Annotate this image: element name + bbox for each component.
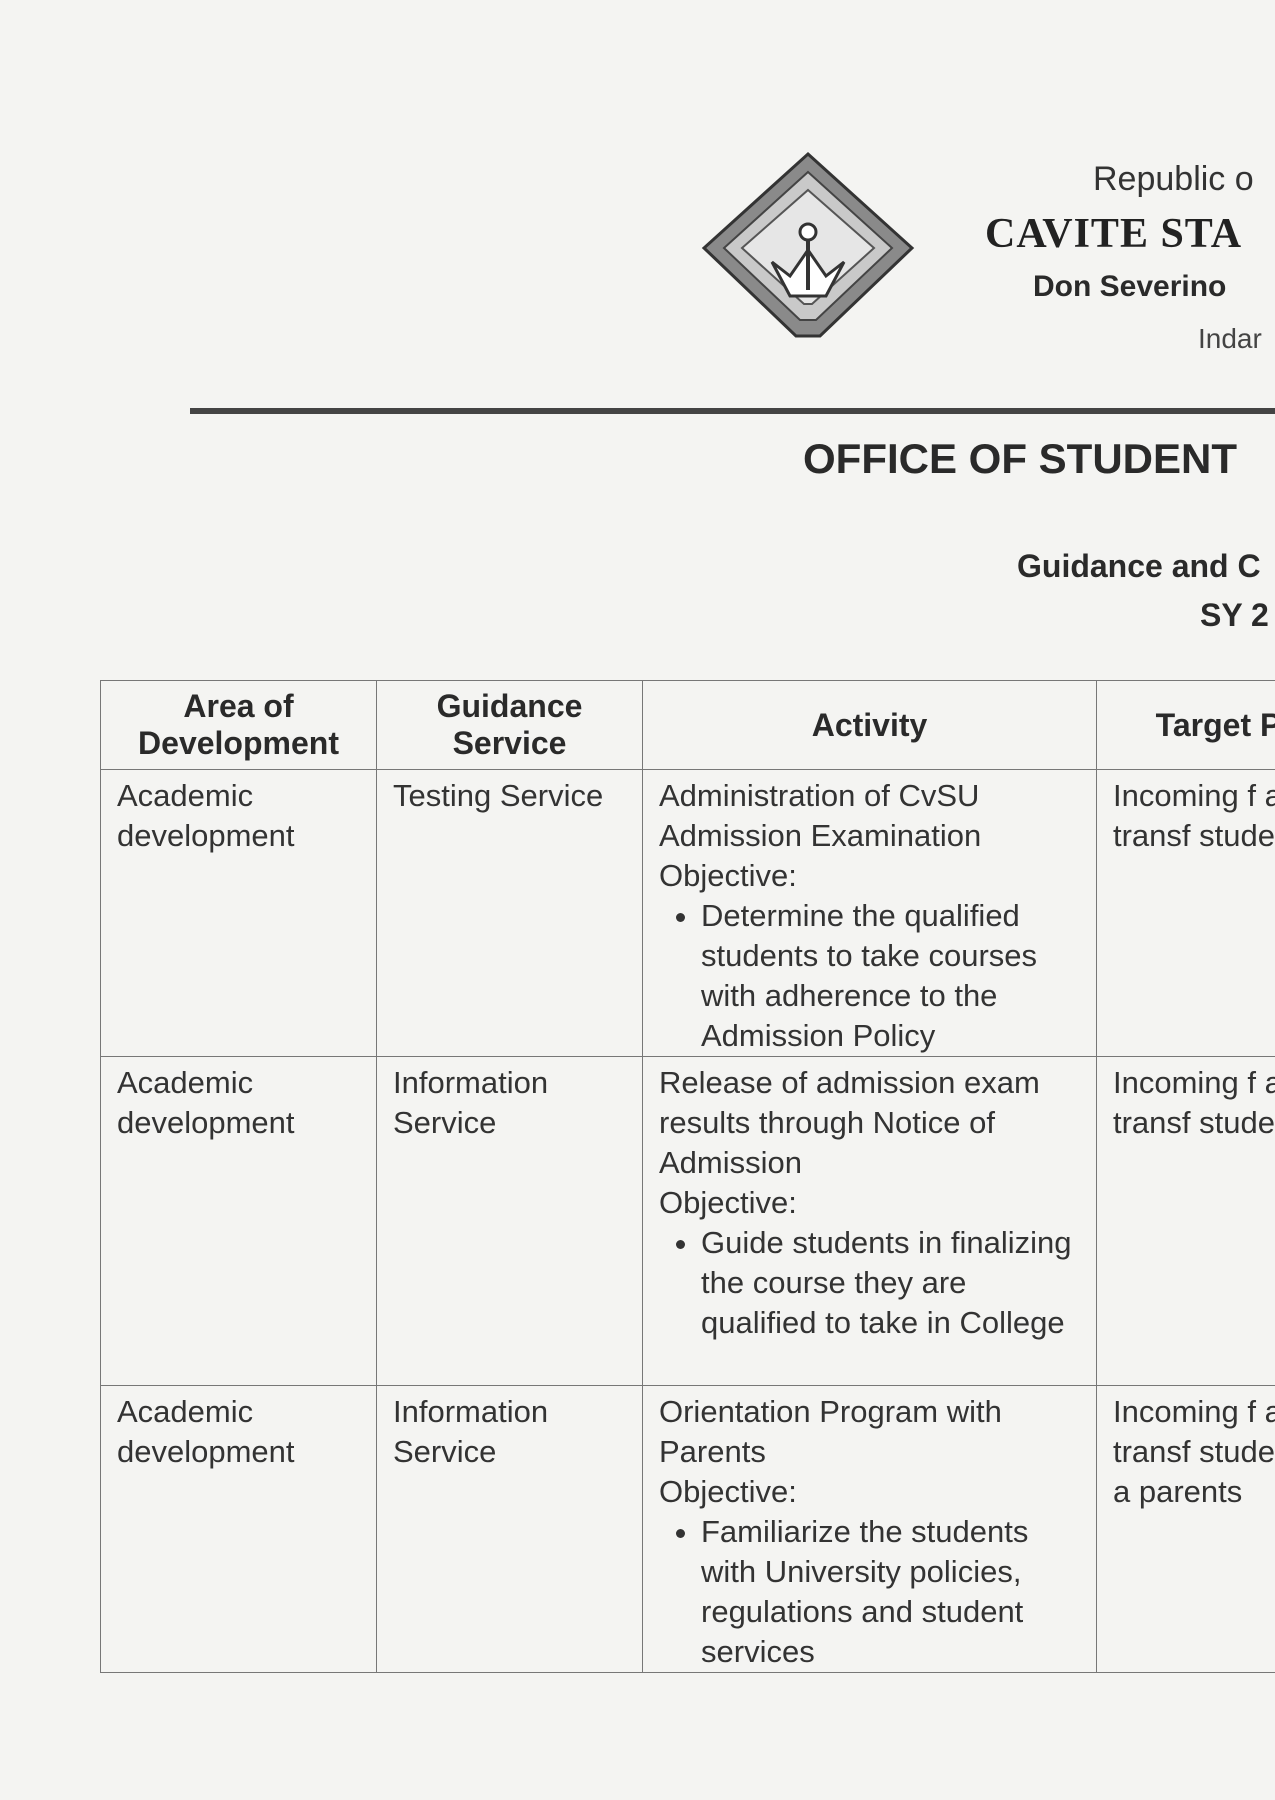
table-row: Academic development Information Service… (100, 1385, 1275, 1673)
objective-label: Objective: (659, 1474, 797, 1509)
cell-target: Incoming f and transf students a parents (1096, 1385, 1275, 1673)
cell-activity: Release of admission exam results throug… (642, 1056, 1097, 1386)
cell-area: Academic development (100, 1385, 377, 1673)
program-title: Guidance and C (1017, 548, 1261, 584)
university-seal-logo (701, 151, 915, 338)
column-header-target: Target P (1096, 680, 1275, 770)
guidance-program-table-wrapper: Area of Development Guidance Service Act… (100, 680, 1275, 1673)
cell-target: Incoming f and transf students (1096, 769, 1275, 1057)
guidance-program-table: Area of Development Guidance Service Act… (100, 680, 1275, 1673)
header-divider (190, 408, 1275, 414)
activity-title: Orientation Program with Parents (659, 1394, 1002, 1469)
objective-item: Determine the qualified students to take… (701, 896, 1084, 1056)
activity-title: Release of admission exam results throug… (659, 1065, 1040, 1180)
objective-item: Guide students in finalizing the course … (701, 1223, 1084, 1343)
republic-line: Republic o (1093, 160, 1254, 198)
town-name: Indar (1198, 323, 1262, 354)
school-year: SY 2 (1200, 597, 1269, 633)
cell-area: Academic development (100, 1056, 377, 1386)
cell-service: Information Service (376, 1056, 643, 1386)
objective-list: Guide students in finalizing the course … (659, 1223, 1084, 1343)
cell-activity: Orientation Program with Parents Objecti… (642, 1385, 1097, 1673)
objective-item: Familiarize the students with University… (701, 1512, 1084, 1672)
document-page: Republic o CAVITE STA Don Severino Indar… (0, 0, 1275, 1800)
university-name: CAVITE STA (985, 211, 1243, 257)
column-header-area: Area of Development (100, 680, 377, 770)
cell-activity: Administration of CvSU Admission Examina… (642, 769, 1097, 1057)
office-title: OFFICE OF STUDENT (803, 435, 1237, 482)
column-header-activity: Activity (642, 680, 1097, 770)
table-row: Academic development Information Service… (100, 1056, 1275, 1386)
objective-label: Objective: (659, 1185, 797, 1220)
activity-title: Administration of CvSU Admission Examina… (659, 778, 982, 853)
campus-name: Don Severino (1033, 270, 1227, 303)
table-header-row: Area of Development Guidance Service Act… (100, 680, 1275, 770)
cell-target: Incoming f and transf students (1096, 1056, 1275, 1386)
column-header-service: Guidance Service (376, 680, 643, 770)
cell-service: Testing Service (376, 769, 643, 1057)
cell-service: Information Service (376, 1385, 643, 1673)
table-row: Academic development Testing Service Adm… (100, 769, 1275, 1057)
cell-area: Academic development (100, 769, 377, 1057)
objective-list: Determine the qualified students to take… (659, 896, 1084, 1056)
objective-list: Familiarize the students with University… (659, 1512, 1084, 1672)
objective-label: Objective: (659, 858, 797, 893)
